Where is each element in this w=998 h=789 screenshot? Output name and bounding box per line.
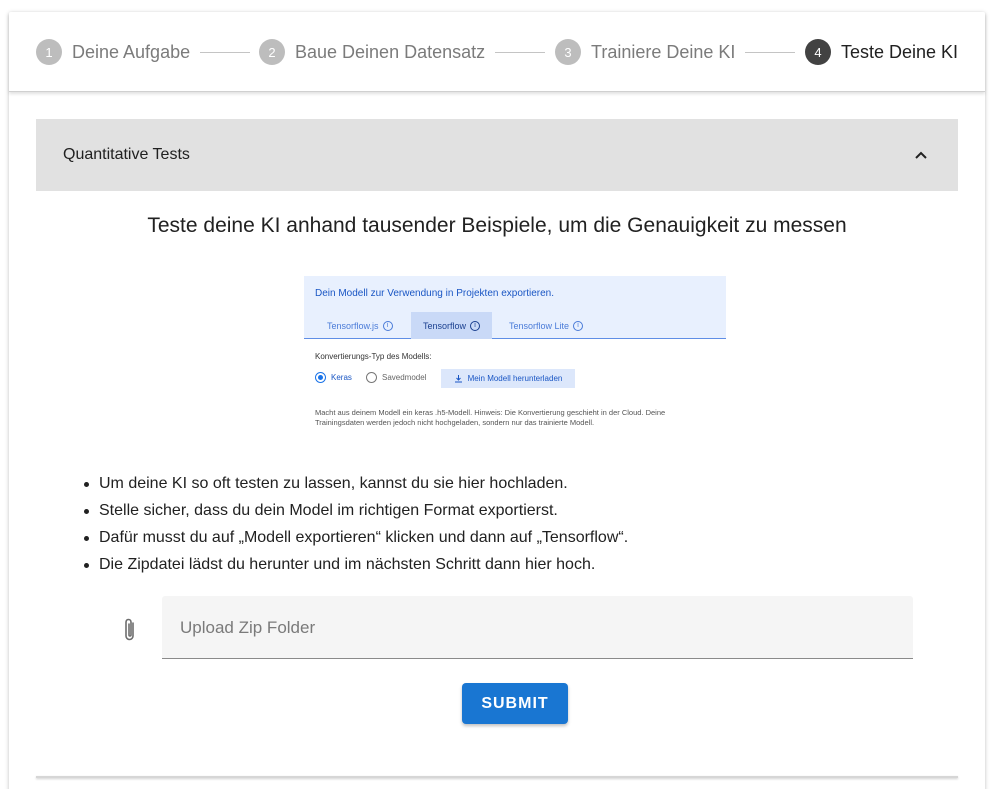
chevron-up-icon[interactable]: [914, 148, 928, 162]
radio-selected-icon: [315, 372, 326, 383]
screenshot-header: Dein Modell zur Verwendung in Projekten …: [304, 276, 726, 339]
radio-label: Keras: [331, 373, 352, 382]
info-icon: i: [573, 320, 584, 331]
step-number: 3: [555, 39, 581, 65]
screenshot-tab-label: Tensorflow.js: [327, 320, 379, 331]
screenshot-download-button: Mein Modell herunterladen: [441, 369, 575, 388]
step-label: Baue Deinen Datensatz: [295, 41, 486, 62]
panel-bottom-edge: [36, 776, 958, 778]
step-connector: [745, 52, 795, 53]
step-1[interactable]: 1 Deine Aufgabe: [36, 39, 190, 65]
info-icon: i: [470, 320, 481, 331]
step-2[interactable]: 2 Baue Deinen Datensatz: [259, 39, 485, 65]
submit-button[interactable]: SUBMIT: [462, 683, 568, 724]
step-connector: [495, 52, 545, 53]
upload-zip-field[interactable]: [162, 596, 913, 659]
list-item: Um deine KI so oft testen zu lassen, kan…: [84, 474, 949, 501]
screenshot-tab: Tensorflow.js i: [315, 312, 405, 339]
download-label: Mein Modell herunterladen: [467, 374, 563, 383]
screenshot-note: Macht aus deinem Modell ein keras .h5-Mo…: [315, 408, 666, 427]
panel-title: Quantitative Tests: [63, 146, 190, 163]
step-number: 1: [36, 39, 62, 65]
list-item: Dafür musst du auf „Modell exportieren“ …: [84, 528, 949, 555]
download-icon: [454, 375, 462, 383]
screenshot-radio-savedmodel: Savedmodel: [366, 372, 426, 383]
info-icon: i: [382, 320, 393, 331]
step-number: 4: [805, 39, 831, 65]
list-item: Stelle sicher, dass du dein Model im ric…: [84, 501, 949, 528]
upload-zip-input[interactable]: [180, 616, 880, 640]
step-number: 2: [259, 39, 285, 65]
stepper: 1 Deine Aufgabe 2 Baue Deinen Datensatz …: [9, 12, 985, 92]
step-3[interactable]: 3 Trainiere Deine KI: [555, 39, 735, 65]
screenshot-tab-active: Tensorflow i: [411, 312, 493, 339]
screenshot-title: Dein Modell zur Verwendung in Projekten …: [315, 288, 555, 299]
panel-headline: Teste deine KI anhand tausender Beispiel…: [147, 214, 847, 237]
step-connector: [200, 52, 250, 53]
step-label: Deine Aufgabe: [72, 41, 191, 62]
step-4[interactable]: 4 Teste Deine KI: [805, 39, 958, 65]
list-item: Die Zipdatei lädst du herunter und im nä…: [84, 555, 949, 582]
screenshot-label: Konvertierungs-Typ des Modells:: [315, 352, 432, 361]
quantitative-tests-panel: Quantitative Tests Teste deine KI anhand…: [36, 119, 958, 779]
export-screenshot-image: Dein Modell zur Verwendung in Projekten …: [304, 276, 726, 436]
step-label: Teste Deine KI: [841, 41, 959, 62]
step-label: Trainiere Deine KI: [591, 41, 736, 62]
panel-header[interactable]: Quantitative Tests: [36, 119, 958, 191]
instruction-list: Um deine KI so oft testen zu lassen, kan…: [84, 474, 949, 582]
screenshot-tab-label: Tensorflow Lite: [509, 320, 570, 331]
screenshot-tab-label: Tensorflow: [423, 320, 467, 331]
screenshot-radio-keras: Keras: [315, 372, 352, 383]
screenshot-tab: Tensorflow Lite i: [497, 312, 595, 339]
radio-label: Savedmodel: [382, 373, 427, 382]
page-card: 1 Deine Aufgabe 2 Baue Deinen Datensatz …: [9, 12, 985, 789]
paperclip-icon[interactable]: [122, 617, 138, 643]
radio-unselected-icon: [366, 372, 377, 383]
